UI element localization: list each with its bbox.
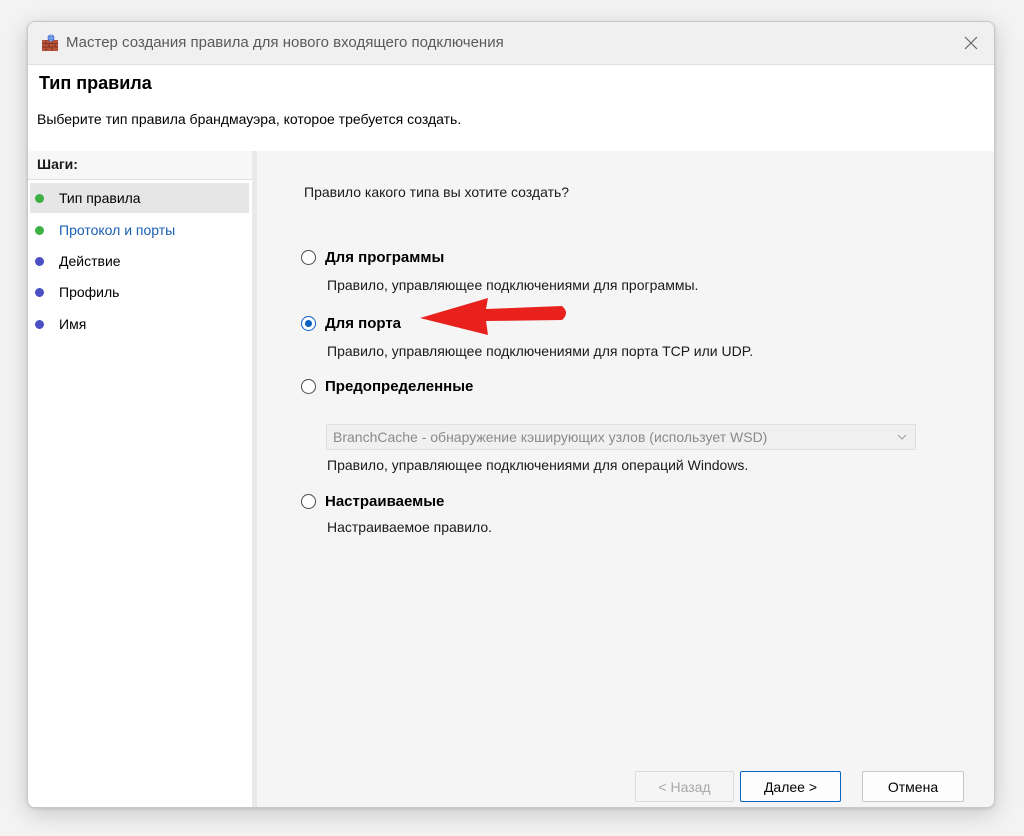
radio-button[interactable] [301,379,316,394]
chevron-down-icon [897,434,907,440]
content-pane: Правило какого типа вы хотите создать? Д… [257,151,994,807]
step-status-icon [35,256,44,266]
predefined-rule-select[interactable]: BranchCache - обнаружение кэширующих узл… [326,424,916,450]
step-label: Тип правила [59,190,141,206]
step-label: Протокол и порты [59,222,176,238]
radio-program[interactable]: Для программы [301,249,444,266]
step-profile[interactable]: Профиль [30,277,249,307]
step-protocol-ports[interactable]: Протокол и порты [30,215,249,245]
next-button[interactable]: Далее > [740,771,841,802]
option-description: Правило, управляющее подключениями для п… [327,277,699,293]
step-label: Профиль [59,284,120,300]
question-text: Правило какого типа вы хотите создать? [304,184,570,200]
steps-pane: Шаги: Тип правила Протокол и порты Дейст… [28,151,257,807]
radio-custom[interactable]: Настраиваемые [301,493,444,510]
page-title: Тип правила [39,73,152,93]
step-action[interactable]: Действие [30,246,249,276]
close-button[interactable] [948,22,994,64]
option-description: Настраиваемое правило. [327,519,493,535]
wizard-header: Тип правила Выберите тип правила брандма… [28,65,994,152]
step-rule-type[interactable]: Тип правила [30,183,249,213]
close-icon [964,36,978,50]
radio-label: Для программы [325,249,445,266]
radio-label: Предопределенные [325,378,474,395]
step-label: Действие [59,253,121,269]
radio-button[interactable] [301,250,316,265]
step-status-icon [35,225,44,235]
window-title: Мастер создания правила для нового входя… [66,34,504,51]
radio-label: Для порта [325,315,402,332]
select-value: BranchCache - обнаружение кэширующих узл… [333,429,768,445]
cancel-button[interactable]: Отмена [862,771,964,802]
radio-button[interactable] [301,494,316,509]
step-label: Имя [59,316,87,332]
radio-label: Настраиваемые [325,493,445,510]
radio-button[interactable] [301,316,316,331]
step-status-icon [35,287,44,297]
step-status-icon [35,193,44,203]
title-bar: Мастер создания правила для нового входя… [28,22,994,65]
step-status-icon [35,319,44,329]
firewall-icon [42,34,58,51]
wizard-window: Мастер создания правила для нового входя… [27,21,995,808]
option-description: Правило, управляющее подключениями для о… [327,457,749,473]
steps-heading: Шаги: [28,151,252,180]
radio-port[interactable]: Для порта [301,315,401,332]
steps-heading-label: Шаги: [37,156,78,172]
step-name[interactable]: Имя [30,309,249,339]
page-description: Выберите тип правила брандмауэра, которо… [37,111,462,127]
back-button[interactable]: < Назад [635,771,734,802]
option-description: Правило, управляющее подключениями для п… [327,343,754,359]
radio-predefined[interactable]: Предопределенные [301,378,473,395]
